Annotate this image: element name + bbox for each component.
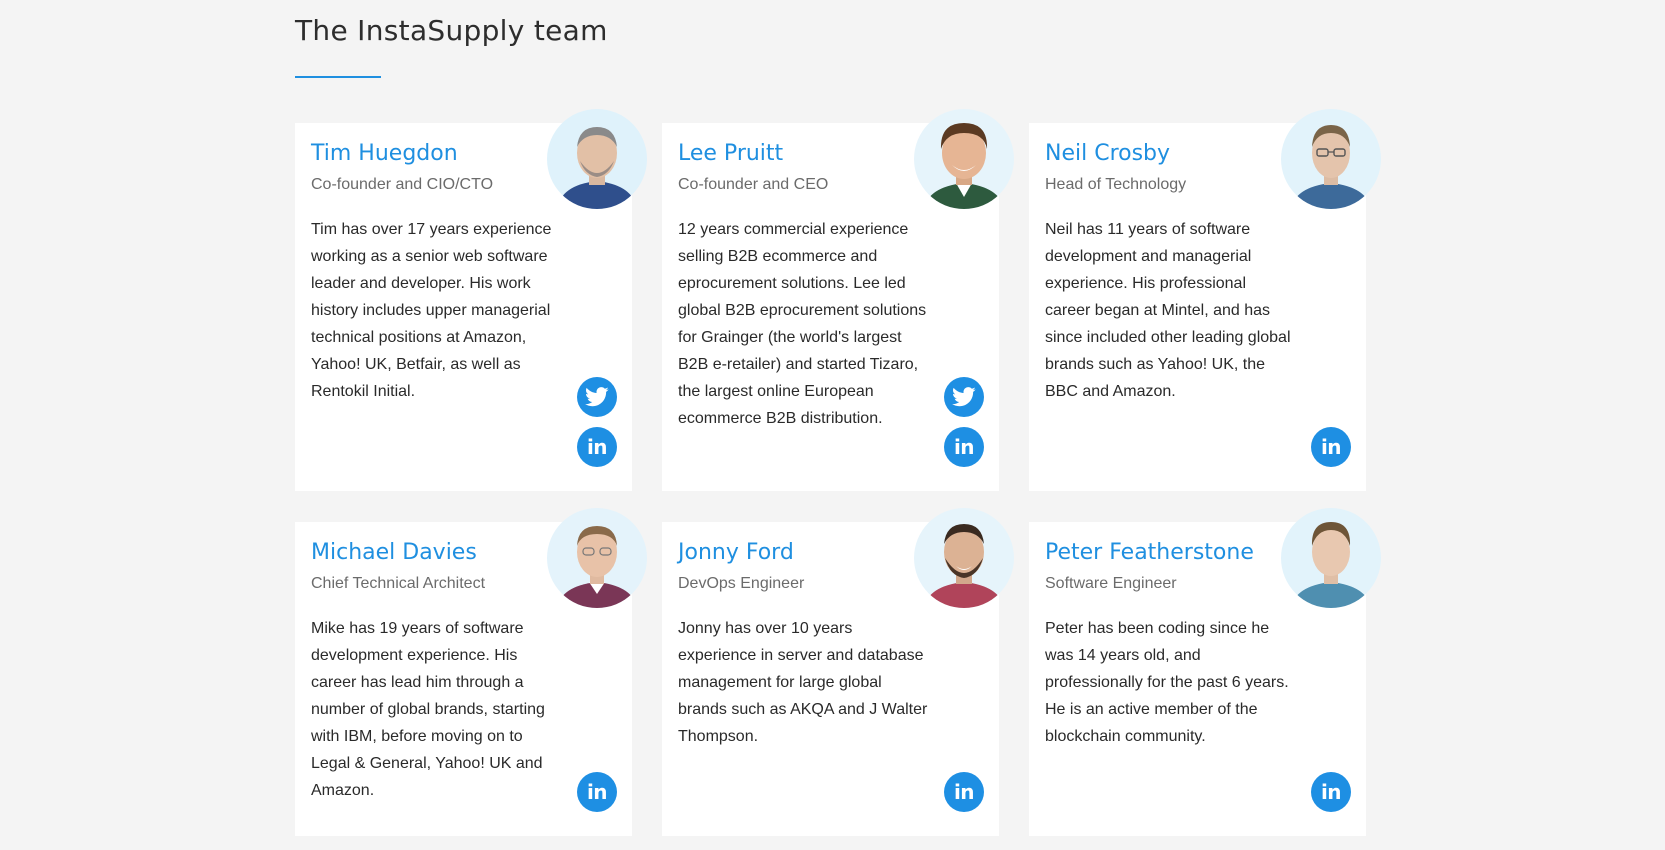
avatar <box>914 508 1014 608</box>
linkedin-icon: in <box>1320 434 1342 459</box>
team-card-tim-huegdon: Tim Huegdon Co-founder and CIO/CTO Tim h… <box>295 109 647 491</box>
linkedin-icon: in <box>953 779 975 804</box>
member-role: Co-founder and CEO <box>678 176 829 193</box>
team-card-michael-davies: Michael Davies Chief Technical Architect… <box>295 508 647 836</box>
twitter-button[interactable] <box>577 377 617 417</box>
member-bio: Mike has 19 years of software developmen… <box>311 620 545 799</box>
member-name: Neil Crosby <box>1045 141 1171 166</box>
linkedin-button[interactable]: in <box>577 772 617 812</box>
linkedin-button[interactable]: in <box>944 427 984 467</box>
title-underline <box>295 76 381 78</box>
team-card-neil-crosby: Neil Crosby Head of Technology Neil has … <box>1029 109 1381 491</box>
member-name: Lee Pruitt <box>678 141 784 166</box>
team-card-peter-featherstone: Peter Featherstone Software Engineer Pet… <box>1029 508 1381 836</box>
member-bio: Neil has 11 years of software developmen… <box>1045 221 1291 400</box>
team-section: The InstaSupply team Tim Huegdon Co-foun… <box>0 0 1665 850</box>
member-name: Tim Huegdon <box>311 141 458 166</box>
section-title: The InstaSupply team <box>295 14 608 47</box>
linkedin-icon: in <box>586 779 608 804</box>
member-role: DevOps Engineer <box>678 575 805 592</box>
member-name: Michael Davies <box>311 540 477 565</box>
twitter-icon <box>585 387 609 407</box>
avatar <box>1281 508 1381 608</box>
member-role: Co-founder and CIO/CTO <box>311 176 494 193</box>
member-role: Head of Technology <box>1045 176 1187 193</box>
twitter-icon <box>952 387 976 407</box>
linkedin-icon: in <box>1320 779 1342 804</box>
member-bio: Tim has over 17 years experience working… <box>311 221 552 400</box>
avatar <box>1281 109 1381 209</box>
linkedin-button[interactable]: in <box>577 427 617 467</box>
twitter-button[interactable] <box>944 377 984 417</box>
avatar <box>914 109 1014 209</box>
member-bio: Jonny has over 10 years experience in se… <box>678 620 928 745</box>
linkedin-button[interactable]: in <box>1311 772 1351 812</box>
avatar <box>547 508 647 608</box>
avatar <box>547 109 647 209</box>
member-name: Peter Featherstone <box>1045 540 1254 565</box>
team-card-lee-pruitt: Lee Pruitt Co-founder and CEO 12 years c… <box>662 109 1014 491</box>
member-bio: Peter has been coding since he was 14 ye… <box>1045 620 1289 745</box>
linkedin-button[interactable]: in <box>1311 427 1351 467</box>
linkedin-icon: in <box>953 434 975 459</box>
team-card-jonny-ford: Jonny Ford DevOps Engineer Jonny has ove… <box>662 508 1014 836</box>
member-role: Chief Technical Architect <box>311 575 486 592</box>
member-role: Software Engineer <box>1045 575 1177 592</box>
linkedin-icon: in <box>586 434 608 459</box>
linkedin-button[interactable]: in <box>944 772 984 812</box>
member-bio: 12 years commercial experience selling B… <box>678 221 927 427</box>
member-name: Jonny Ford <box>678 540 794 565</box>
